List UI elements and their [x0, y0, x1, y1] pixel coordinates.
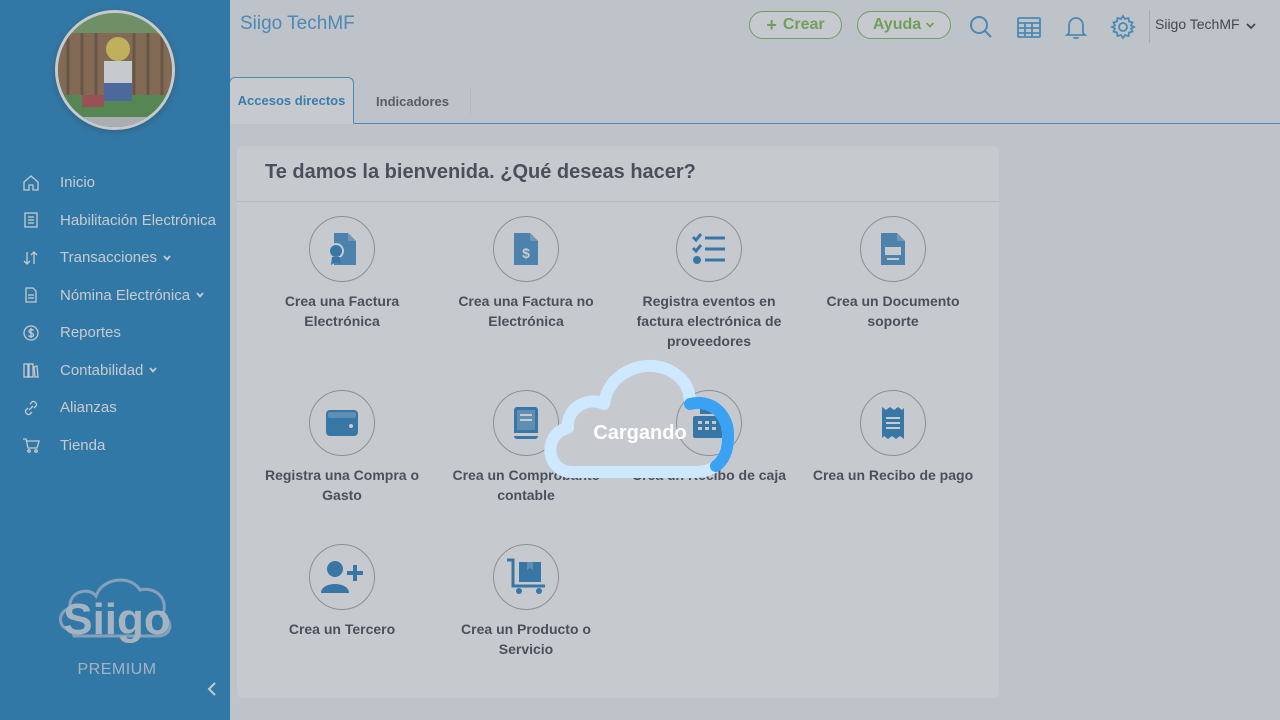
cloud-loader-icon	[544, 360, 735, 478]
loading-text: Cargando	[593, 422, 687, 444]
loading-spinner: Cargando	[540, 350, 740, 485]
